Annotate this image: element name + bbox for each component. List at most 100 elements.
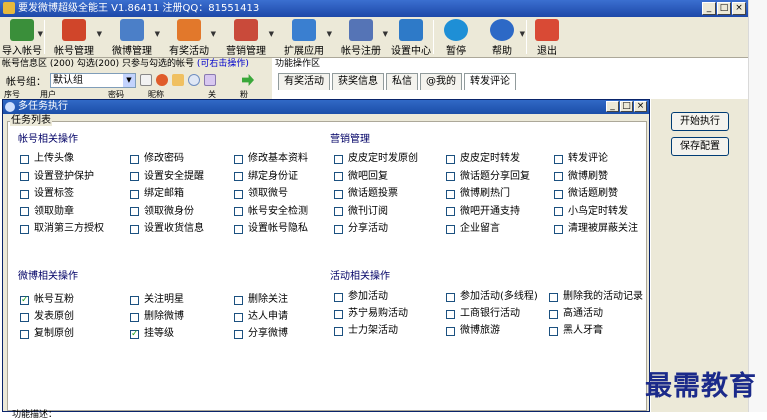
checkbox-icon[interactable] xyxy=(554,189,563,199)
dropdown-arrow-icon[interactable]: ▼ xyxy=(97,30,102,38)
task-checkbox[interactable]: 黑人牙膏 xyxy=(549,325,603,337)
checkbox-icon[interactable] xyxy=(334,154,343,164)
task-checkbox[interactable]: 工商银行活动 xyxy=(446,308,520,320)
new-document-icon[interactable] xyxy=(140,74,152,86)
checkbox-icon[interactable] xyxy=(549,309,558,319)
task-checkbox[interactable]: 企业留言 xyxy=(446,223,500,235)
task-checkbox[interactable]: 挂等级 xyxy=(130,328,174,340)
checkbox-checked-icon[interactable] xyxy=(20,294,29,306)
checkbox-icon[interactable] xyxy=(549,292,558,302)
task-checkbox[interactable]: 微话题刷赞 xyxy=(554,188,618,200)
task-checkbox[interactable]: 删除我的活动记录 xyxy=(549,291,643,303)
task-checkbox[interactable]: 领取微号 xyxy=(234,188,288,200)
checkbox-icon[interactable] xyxy=(446,154,455,164)
checkbox-icon[interactable] xyxy=(130,207,139,216)
task-checkbox[interactable]: 参加活动(多线程) xyxy=(446,291,538,303)
task-checkbox[interactable]: 皮皮定时转发 xyxy=(446,153,520,165)
checkbox-icon[interactable] xyxy=(334,326,343,336)
task-checkbox[interactable]: 士力架活动 xyxy=(334,325,398,337)
save-config-button[interactable]: 保存配置 xyxy=(671,137,729,156)
vertical-scrollbar[interactable] xyxy=(748,0,767,412)
task-checkbox[interactable]: 小鸟定时转发 xyxy=(554,206,628,218)
dropdown-arrow-icon[interactable]: ▼ xyxy=(327,30,332,38)
task-checkbox[interactable]: 删除关注 xyxy=(234,294,288,306)
task-checkbox[interactable]: 微刊订阅 xyxy=(334,206,388,218)
task-checkbox[interactable]: 微话题分享回复 xyxy=(446,171,530,183)
task-checkbox[interactable]: 上传头像 xyxy=(20,153,74,165)
column-header-password[interactable]: 密码 xyxy=(108,90,124,99)
task-checkbox[interactable]: 发表原创 xyxy=(20,311,74,323)
checkbox-icon[interactable] xyxy=(446,189,455,199)
toolbar-button-8[interactable]: 暂停 xyxy=(434,17,478,58)
task-checkbox[interactable]: 转发评论 xyxy=(554,153,608,165)
checkbox-icon[interactable] xyxy=(234,329,243,339)
export-icon[interactable] xyxy=(204,74,216,86)
group-select[interactable]: 默认组 ▼ xyxy=(50,72,136,88)
column-header-user[interactable]: 用户 xyxy=(40,90,56,99)
task-checkbox[interactable]: 修改密码 xyxy=(130,153,184,165)
task-checkbox[interactable]: 微话题投票 xyxy=(334,188,398,200)
task-checkbox[interactable]: 微博刷热门 xyxy=(446,188,510,200)
tab-prize-info[interactable]: 获奖信息 xyxy=(332,73,384,90)
dropdown-arrow-icon[interactable]: ▼ xyxy=(383,30,388,38)
toolbar-button-7[interactable]: 设置中心 xyxy=(389,17,433,58)
checkbox-icon[interactable] xyxy=(334,292,343,302)
checkbox-icon[interactable] xyxy=(334,224,343,234)
checkbox-icon[interactable] xyxy=(446,292,455,302)
task-checkbox[interactable]: 设置收货信息 xyxy=(130,223,204,235)
checkbox-icon[interactable] xyxy=(334,189,343,199)
checkbox-icon[interactable] xyxy=(234,224,243,234)
checkbox-icon[interactable] xyxy=(130,295,139,305)
task-checkbox[interactable]: 领取勋章 xyxy=(20,206,74,218)
checkbox-icon[interactable] xyxy=(549,326,558,336)
task-checkbox[interactable]: 皮皮定时发原创 xyxy=(334,153,418,165)
column-header-index[interactable]: 序号 xyxy=(4,90,20,99)
checkbox-icon[interactable] xyxy=(234,312,243,322)
toolbar-button-5[interactable]: 扩展应用 ▼ xyxy=(275,17,333,58)
task-checkbox[interactable]: 分享活动 xyxy=(334,223,388,235)
checkbox-icon[interactable] xyxy=(20,154,29,164)
task-checkbox[interactable]: 微博刷赞 xyxy=(554,171,608,183)
column-header-fans[interactable]: 粉 xyxy=(240,90,248,99)
checkbox-icon[interactable] xyxy=(130,224,139,234)
checkbox-icon[interactable] xyxy=(20,312,29,322)
task-checkbox[interactable]: 高通活动 xyxy=(549,308,603,320)
task-checkbox[interactable]: 设置安全提醒 xyxy=(130,171,204,183)
dropdown-arrow-icon[interactable]: ▼ xyxy=(38,30,43,38)
tab-prize-activity[interactable]: 有奖活动 xyxy=(278,73,330,90)
task-checkbox[interactable]: 达人申请 xyxy=(234,311,288,323)
task-checkbox[interactable]: 领取微身份 xyxy=(130,206,194,218)
task-checkbox[interactable]: 分享微博 xyxy=(234,328,288,340)
task-checkbox[interactable]: 微博旅游 xyxy=(446,325,500,337)
checkbox-icon[interactable] xyxy=(130,312,139,322)
checkbox-icon[interactable] xyxy=(130,172,139,181)
checkbox-icon[interactable] xyxy=(334,207,343,216)
dropdown-arrow-icon[interactable]: ▼ xyxy=(155,30,160,38)
maximize-button[interactable]: □ xyxy=(717,2,731,15)
checkbox-icon[interactable] xyxy=(554,154,563,164)
checkbox-icon[interactable] xyxy=(20,172,29,181)
dialog-close-button[interactable]: × xyxy=(634,101,647,112)
task-checkbox[interactable]: 设置帐号隐私 xyxy=(234,223,308,235)
checkbox-icon[interactable] xyxy=(446,224,455,234)
checkbox-icon[interactable] xyxy=(20,189,29,199)
checkbox-icon[interactable] xyxy=(234,172,243,181)
start-execute-button[interactable]: 开始执行 xyxy=(671,112,729,131)
checkbox-icon[interactable] xyxy=(20,207,29,216)
checkbox-icon[interactable] xyxy=(554,172,563,181)
dropdown-arrow-icon[interactable]: ▼ xyxy=(269,30,274,38)
task-checkbox[interactable]: 苏宁易购活动 xyxy=(334,308,408,320)
checkbox-icon[interactable] xyxy=(234,207,243,216)
checkbox-icon[interactable] xyxy=(334,172,343,181)
task-checkbox[interactable]: 微吧回复 xyxy=(334,171,388,183)
checkbox-icon[interactable] xyxy=(334,309,343,319)
column-header-follow[interactable]: 关 xyxy=(208,90,216,99)
task-checkbox[interactable]: 绑定身份证 xyxy=(234,171,298,183)
task-checkbox[interactable]: 关注明星 xyxy=(130,294,184,306)
checkbox-checked-icon[interactable] xyxy=(130,328,139,340)
task-checkbox[interactable]: 参加活动 xyxy=(334,291,388,303)
task-checkbox[interactable]: 帐号安全检测 xyxy=(234,206,308,218)
tab-repost-comment[interactable]: 转发评论 xyxy=(464,73,516,90)
checkbox-icon[interactable] xyxy=(446,309,455,319)
dropdown-arrow-icon[interactable]: ▼ xyxy=(211,30,216,38)
